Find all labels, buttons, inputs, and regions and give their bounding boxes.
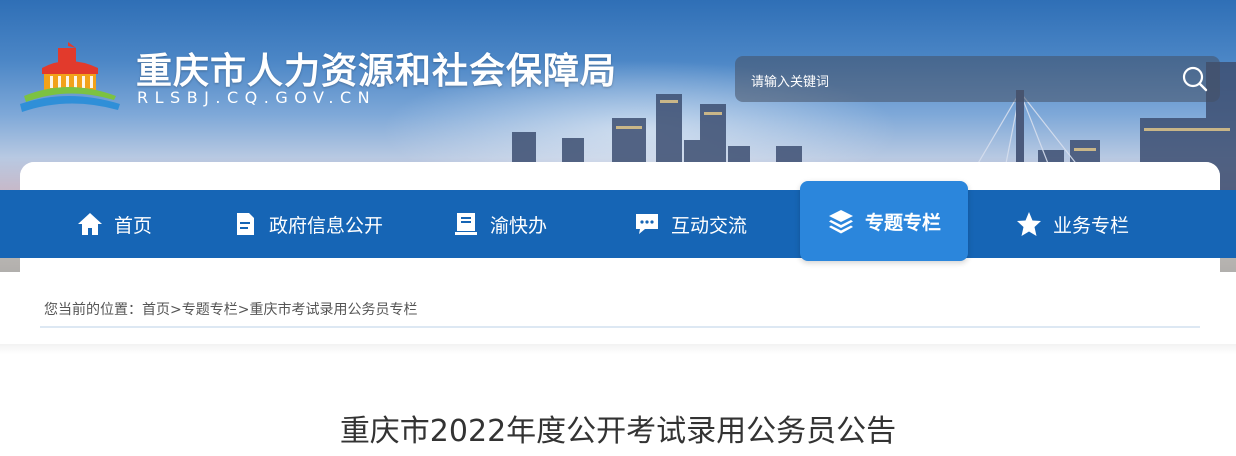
- nav-label: 首页: [114, 214, 153, 237]
- site-domain: RLSBJ.CQ.GOV.CN: [137, 88, 377, 107]
- document-icon: [237, 213, 254, 235]
- breadcrumb-separator: >: [237, 302, 250, 318]
- breadcrumb-link-home[interactable]: 首页: [142, 302, 170, 318]
- nav-label: 政府信息公开: [269, 214, 384, 237]
- home-icon: [78, 213, 102, 235]
- search-icon[interactable]: [1180, 64, 1210, 94]
- chat-icon: [636, 214, 658, 234]
- search-box[interactable]: 请输入关键词: [735, 56, 1220, 102]
- star-icon: [1017, 212, 1041, 236]
- article-title: 重庆市2022年度公开考试录用公务员公告: [339, 414, 897, 449]
- nav-item-business[interactable]: 业务专栏: [1015, 190, 1129, 258]
- breadcrumb-divider: [40, 326, 1200, 328]
- breadcrumb: 您当前的位置：首页>专题专栏>重庆市考试录用公务员专栏: [44, 299, 417, 319]
- nav-label: 渝快办: [490, 214, 548, 237]
- nav-item-interaction[interactable]: 互动交流: [633, 190, 747, 258]
- breadcrumb-link-special-topics[interactable]: 专题专栏: [182, 302, 238, 318]
- government-building-logo: [20, 42, 120, 112]
- nav-label: 专题专栏: [864, 211, 941, 234]
- breadcrumb-separator: >: [170, 302, 182, 318]
- nav-item-yukuaiban[interactable]: 渝快办: [452, 190, 547, 258]
- breadcrumb-link-civil-servant-column[interactable]: 重庆市考试录用公务员专栏: [249, 302, 417, 318]
- layers-icon: [828, 210, 853, 234]
- nav-item-gov-info[interactable]: 政府信息公开: [231, 190, 383, 258]
- search-input[interactable]: 请输入关键词: [751, 71, 829, 90]
- breadcrumb-prefix: 您当前的位置：: [44, 302, 142, 318]
- book-icon: [455, 213, 477, 235]
- nav-label: 互动交流: [671, 214, 748, 237]
- nav-item-home[interactable]: 首页: [76, 190, 152, 258]
- page: 重庆市人力资源和社会保障局 RLSBJ.CQ.GOV.CN 请输入关键词 首页: [0, 0, 1236, 456]
- nav-label: 业务专栏: [1053, 214, 1130, 237]
- main-nav: 首页 政府信息公开 渝快办 互动交流 业务专栏: [0, 190, 1236, 258]
- site-title: 重庆市人力资源和社会保障局: [136, 51, 618, 92]
- nav-item-special-topics[interactable]: 专题专栏: [800, 181, 968, 261]
- section-shadow: [0, 344, 1236, 354]
